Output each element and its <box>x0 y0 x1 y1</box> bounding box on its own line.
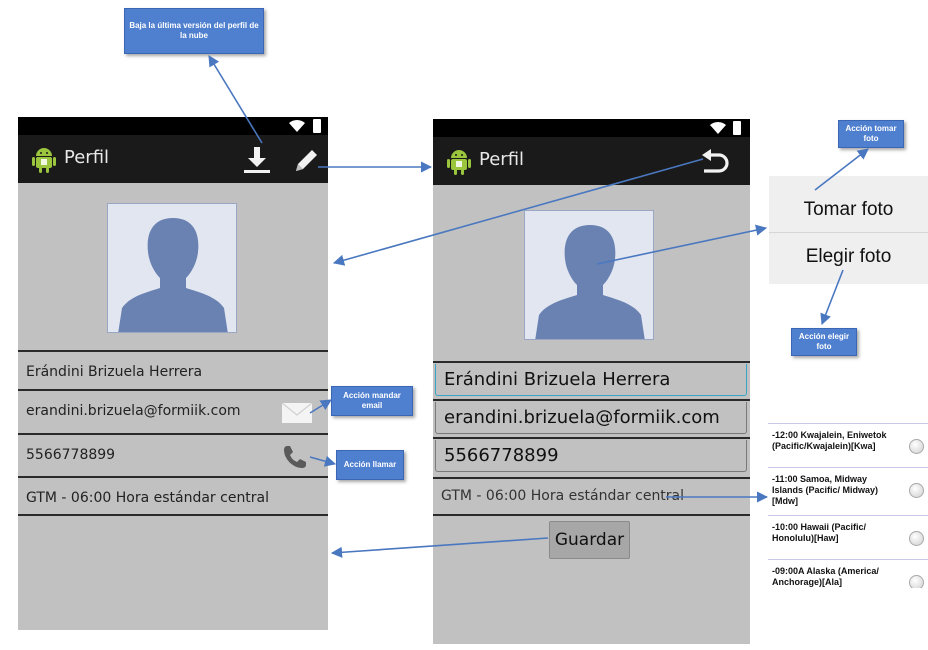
name-text: Erándini Brizuela Herrera <box>26 364 203 380</box>
divider <box>433 477 750 479</box>
choose-photo-item[interactable]: Elegir foto <box>769 231 928 283</box>
timezone-option-label: -11:00 Samoa, Midway Islands (Pacific/ M… <box>772 474 879 506</box>
mail-icon[interactable] <box>281 402 313 424</box>
divider <box>433 514 750 516</box>
radio-button[interactable] <box>909 483 924 498</box>
name-row: Erándini Brizuela Herrera <box>18 350 328 394</box>
timezone-option[interactable]: -09:00A Alaska (America/ Anchorage)[Ala] <box>768 559 928 588</box>
person-silhouette-icon <box>535 225 645 339</box>
wifi-icon <box>710 121 726 134</box>
callout-take-photo: Acción tomar foto <box>838 120 904 148</box>
profile-photo[interactable] <box>524 210 654 340</box>
callout-call: Acción llamar <box>336 450 404 480</box>
email-row: erandini.brizuela@formiik.com <box>18 389 328 433</box>
action-bar: Perfil <box>433 137 750 185</box>
pencil-icon[interactable] <box>290 145 322 175</box>
profile-photo <box>107 203 237 333</box>
wifi-icon <box>289 119 305 132</box>
divider <box>433 399 750 401</box>
radio-button[interactable] <box>909 531 924 546</box>
screen-title: Perfil <box>64 147 110 168</box>
timezone-list: -12:00 Kwajalein, Eniwetok (Pacific/Kwaj… <box>768 423 928 588</box>
status-bar <box>433 119 750 137</box>
radio-button[interactable] <box>909 575 924 588</box>
battery-icon <box>733 121 741 135</box>
download-icon[interactable] <box>241 145 273 175</box>
action-bar: Perfil <box>18 135 328 183</box>
timezone-selector[interactable]: GTM - 06:00 Hora estándar central <box>441 488 684 504</box>
profile-edit-screen: Perfil GTM - 06:00 Hora estándar central… <box>433 119 750 644</box>
timezone-option[interactable]: -12:00 Kwajalein, Eniwetok (Pacific/Kwaj… <box>768 423 928 466</box>
email-field[interactable] <box>435 402 747 434</box>
profile-view-screen: Perfil Erándini Brizuela Herrera erandin… <box>18 117 328 630</box>
radio-button[interactable] <box>909 439 924 454</box>
name-field[interactable] <box>435 364 747 396</box>
timezone-option[interactable]: -10:00 Hawaii (Pacific/ Honolulu)[Haw] <box>768 515 928 558</box>
divider <box>433 361 750 363</box>
save-button[interactable]: Guardar <box>549 521 630 559</box>
callout-send-email: Acción mandar email <box>331 386 413 416</box>
photo-options-menu: Tomar foto Elegir foto <box>769 176 928 284</box>
phone-row: 5566778899 <box>18 433 328 477</box>
phone-text: 5566778899 <box>26 447 116 463</box>
timezone-option-label: -12:00 Kwajalein, Eniwetok (Pacific/Kwaj… <box>772 430 887 451</box>
android-icon <box>447 150 471 175</box>
timezone-option[interactable]: -11:00 Samoa, Midway Islands (Pacific/ M… <box>768 467 928 510</box>
divider <box>433 437 750 439</box>
timezone-option-label: -10:00 Hawaii (Pacific/ Honolulu)[Haw] <box>772 522 867 543</box>
person-silhouette-icon <box>118 218 228 332</box>
divider <box>18 514 328 516</box>
battery-icon <box>313 119 321 133</box>
callout-choose-photo: Acción elegir foto <box>791 328 857 356</box>
callout-download: Baja la última versión del perfil de la … <box>124 8 264 54</box>
status-bar <box>18 117 328 135</box>
phone-icon[interactable] <box>282 444 308 470</box>
take-photo-item[interactable]: Tomar foto <box>769 184 928 236</box>
timezone-row[interactable]: GTM - 06:00 Hora estándar central <box>18 476 328 516</box>
email-text: erandini.brizuela@formiik.com <box>26 403 241 419</box>
undo-icon[interactable] <box>699 145 731 175</box>
phone-field[interactable] <box>435 440 747 472</box>
timezone-text: GTM - 06:00 Hora estándar central <box>26 490 270 506</box>
android-icon <box>32 148 56 173</box>
timezone-option-label: -09:00A Alaska (America/ Anchorage)[Ala] <box>772 566 879 587</box>
screen-title: Perfil <box>479 149 525 170</box>
